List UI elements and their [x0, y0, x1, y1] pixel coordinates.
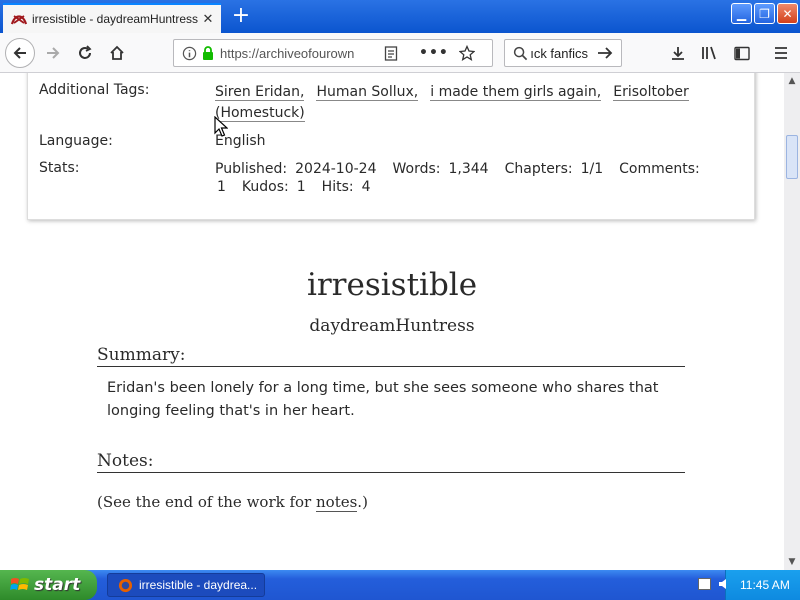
library-button[interactable]: [695, 38, 725, 68]
work-author-link[interactable]: daydreamHuntress: [0, 316, 784, 336]
sidebar-icon: [734, 46, 750, 60]
tab-close-icon[interactable]: ✕: [199, 10, 217, 28]
hits-value: 4: [361, 179, 371, 195]
summary-text: Eridan's been lonely for a long time, bu…: [107, 377, 677, 423]
notes-text: (See the end of the work for notes.): [97, 493, 368, 512]
lock-icon: [202, 45, 214, 61]
windows-taskbar: start irresistible - daydrea... 11:45 AM: [0, 570, 800, 600]
reload-icon: [79, 45, 92, 59]
additional-tags-label: Additional Tags:: [39, 82, 150, 98]
published-value: 2024-10-24: [295, 161, 377, 177]
hamburger-menu-icon: [775, 47, 787, 59]
language-label: Language:: [39, 133, 113, 149]
reload-button[interactable]: [70, 38, 100, 68]
taskbar-window-item[interactable]: irresistible - daydrea...: [107, 573, 265, 597]
forward-button[interactable]: [38, 38, 68, 68]
search-bar[interactable]: ıck fanfics: [504, 39, 622, 67]
back-arrow-icon: [13, 47, 26, 59]
home-button[interactable]: [102, 38, 132, 68]
notes-link[interactable]: notes: [316, 493, 358, 512]
volume-icon[interactable]: [718, 577, 732, 591]
page-actions-icon[interactable]: •••: [419, 45, 449, 61]
page-content: Additional Tags: Siren Eridan, Human Soll…: [0, 73, 784, 570]
taskbar-item-label: irresistible - daydrea...: [139, 578, 258, 592]
stats-label: Stats:: [39, 160, 80, 176]
keyboard-tray-icon[interactable]: [698, 578, 711, 590]
words-label: Words:: [392, 161, 441, 177]
work-meta-box: Additional Tags: Siren Eridan, Human Soll…: [27, 73, 755, 220]
comments-value: 1: [217, 179, 226, 195]
browser-tab-active[interactable]: irresistible - daydreamHuntress - H ✕: [3, 3, 221, 33]
reader-view-icon[interactable]: [384, 45, 398, 61]
notes-suffix: .): [357, 493, 368, 511]
navigation-toolbar: https://archiveofourown ••• ıck fanfics: [0, 33, 800, 73]
published-label: Published:: [215, 161, 288, 177]
start-label: start: [34, 575, 81, 595]
downloads-button[interactable]: [663, 38, 693, 68]
back-button[interactable]: [5, 38, 35, 68]
search-icon: [513, 46, 528, 61]
mouse-cursor-icon: [214, 116, 228, 137]
windows-logo-icon: [10, 578, 29, 590]
minimize-icon[interactable]: ▁: [731, 3, 752, 24]
info-icon[interactable]: [182, 46, 197, 61]
tag-link[interactable]: Erisoltober: [613, 84, 689, 101]
url-bar[interactable]: https://archiveofourown •••: [173, 39, 493, 67]
ao3-favicon-icon: [11, 11, 27, 27]
url-text: https://archiveofourown: [220, 45, 355, 61]
notes-prefix: (See the end of the work for: [97, 493, 316, 511]
scroll-up-arrow-icon[interactable]: ▲: [784, 73, 800, 89]
tag-link[interactable]: Siren Eridan,: [215, 84, 305, 101]
sidebar-button[interactable]: [727, 38, 757, 68]
summary-line: longing feeling that's in her heart.: [107, 403, 355, 419]
library-icon: [702, 46, 716, 60]
scroll-down-arrow-icon[interactable]: ▼: [784, 554, 800, 570]
comments-label: Comments:: [619, 161, 700, 177]
kudos-value: 1: [296, 179, 306, 195]
start-button[interactable]: start: [0, 570, 97, 600]
menu-button[interactable]: [766, 38, 796, 68]
home-icon: [110, 45, 124, 60]
additional-tags-list: Siren Eridan, Human Sollux, i made them gi…: [215, 82, 735, 124]
tag-link[interactable]: (Homestuck): [215, 105, 305, 122]
summary-heading: Summary:: [97, 345, 685, 367]
kudos-label: Kudos:: [241, 179, 289, 195]
firefox-task-icon: [118, 578, 133, 593]
stats-values: Published: 2024-10-24 Words: 1,344 Chapters:…: [215, 160, 715, 196]
maximize-icon[interactable]: ❐: [754, 3, 775, 24]
bookmark-star-icon[interactable]: [458, 45, 475, 61]
search-text: ıck fanfics: [530, 45, 588, 61]
tab-strip: irresistible - daydreamHuntress - H ✕ + …: [0, 0, 800, 33]
tag-link[interactable]: Human Sollux,: [316, 84, 419, 101]
words-value: 1,344: [448, 161, 489, 177]
summary-line: Eridan's been lonely for a long time, bu…: [107, 380, 659, 396]
tag-link[interactable]: i made them girls again,: [430, 84, 602, 101]
chapters-label: Chapters:: [504, 161, 573, 177]
new-tab-icon[interactable]: +: [228, 5, 254, 29]
scrollbar-thumb[interactable]: [786, 135, 798, 179]
work-title: irresistible: [306, 267, 478, 303]
taskbar-clock: 11:45 AM: [740, 578, 790, 592]
download-icon: [672, 47, 684, 60]
vertical-scrollbar[interactable]: ▲ ▼: [784, 73, 800, 570]
window-close-icon[interactable]: ✕: [777, 3, 798, 24]
notes-heading: Notes:: [97, 451, 685, 473]
hits-label: Hits:: [321, 179, 354, 195]
search-go-arrow-icon[interactable]: [596, 45, 614, 61]
tab-title: irresistible - daydreamHuntress - H: [32, 12, 199, 26]
forward-arrow-icon: [47, 47, 60, 59]
system-tray: 11:45 AM: [719, 570, 800, 600]
chapters-value: 1/1: [580, 161, 604, 177]
